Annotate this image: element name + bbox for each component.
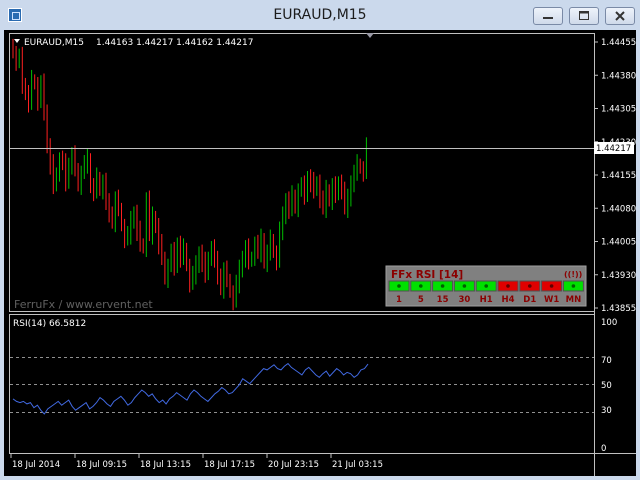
rsi-tick-label: 100 — [601, 318, 617, 328]
ffx-dot — [528, 284, 532, 288]
minimize-icon — [543, 17, 553, 19]
symbol-info-ohlc: 1.44163 1.44217 1.44162 1.44217 — [96, 38, 253, 48]
ffx-panel-title: FFx RSI [14] — [391, 269, 463, 281]
candlestick-series — [12, 38, 367, 311]
price-tick-label: 1.43855 — [601, 304, 636, 314]
ffx-rsi-panel[interactable]: FFx RSI [14] ((!)) 1 5 15 30 H1 H4 D1 W1 MN — [385, 265, 587, 307]
price-tick-label: 1.44305 — [601, 105, 636, 115]
ffx-tf-label: 30 — [458, 295, 470, 305]
price-tick-label: 1.44380 — [601, 71, 636, 81]
title-bar[interactable]: EURAUD,M15 — [0, 0, 640, 30]
time-tick-label: 18 Jul 17:15 — [204, 460, 255, 470]
rsi-tick-label: 30 — [601, 406, 612, 416]
rsi-tick-label: 50 — [601, 381, 612, 391]
time-axis-labels: 18 Jul 2014 18 Jul 09:15 18 Jul 13:15 18 Ju… — [10, 454, 383, 470]
ffx-tf-label: MN — [566, 295, 582, 305]
rsi-tick-label: 0 — [601, 444, 606, 454]
close-button[interactable] — [605, 7, 635, 25]
maximize-button[interactable] — [569, 7, 599, 25]
time-tick-label: 21 Jul 03:15 — [332, 460, 383, 470]
ffx-dot — [462, 284, 467, 288]
price-tick-label: 1.44080 — [601, 204, 636, 214]
price-tick-label: 1.44155 — [601, 171, 636, 181]
ffx-dot — [419, 284, 423, 288]
chart-shift-marker[interactable] — [366, 33, 374, 38]
rsi-line — [12, 362, 369, 415]
ffx-dot — [571, 284, 576, 288]
ffx-tf-label: 1 — [396, 295, 402, 305]
time-tick-label: 18 Jul 2014 — [12, 460, 60, 470]
symbol-dropdown-icon[interactable] — [14, 39, 20, 43]
price-tick-label: 1.44005 — [601, 238, 636, 248]
ffx-tf-label: 5 — [418, 295, 424, 305]
minimize-button[interactable] — [533, 7, 563, 25]
ffx-dot — [506, 284, 510, 288]
rsi-tick-label: 70 — [601, 356, 612, 366]
price-tick-label: 1.43930 — [601, 271, 636, 281]
current-price-label: 1.44217 — [596, 144, 631, 154]
ffx-tf-label: D1 — [523, 295, 536, 305]
watermark: FerruFx / www.ervent.net — [14, 298, 153, 311]
ffx-dot — [397, 284, 401, 288]
chart-window[interactable]: EURAUD,M15 1.44163 1.44217 1.44162 1.442… — [4, 30, 636, 476]
ffx-tf-label: 15 — [437, 295, 449, 305]
time-tick-label: 18 Jul 13:15 — [140, 460, 191, 470]
ffx-signal-icon: ((!)) — [564, 270, 582, 279]
ffx-dot — [440, 284, 445, 288]
time-tick-label: 20 Jul 23:15 — [268, 460, 319, 470]
rsi-axis-labels: 100 70 50 30 0 — [601, 318, 617, 454]
symbol-info-name: EURAUD,M15 — [24, 38, 84, 48]
rsi-label: RSI(14) 66.5812 — [13, 319, 86, 329]
close-icon — [615, 11, 625, 21]
price-axis-labels: 1.444551.443801.443051.442301.441551.440… — [594, 38, 636, 314]
ffx-tf-label: H4 — [501, 295, 514, 305]
ffx-dot — [549, 284, 554, 288]
maximize-icon — [579, 11, 589, 20]
price-chart[interactable]: EURAUD,M15 1.44163 1.44217 1.44162 1.442… — [4, 30, 636, 476]
rsi-window-border — [9, 314, 595, 454]
ffx-dot — [484, 284, 489, 288]
price-tick-label: 1.44455 — [601, 38, 636, 48]
ffx-tf-label: W1 — [544, 295, 559, 305]
ffx-tf-label: H1 — [480, 295, 493, 305]
time-tick-label: 18 Jul 09:15 — [76, 460, 127, 470]
